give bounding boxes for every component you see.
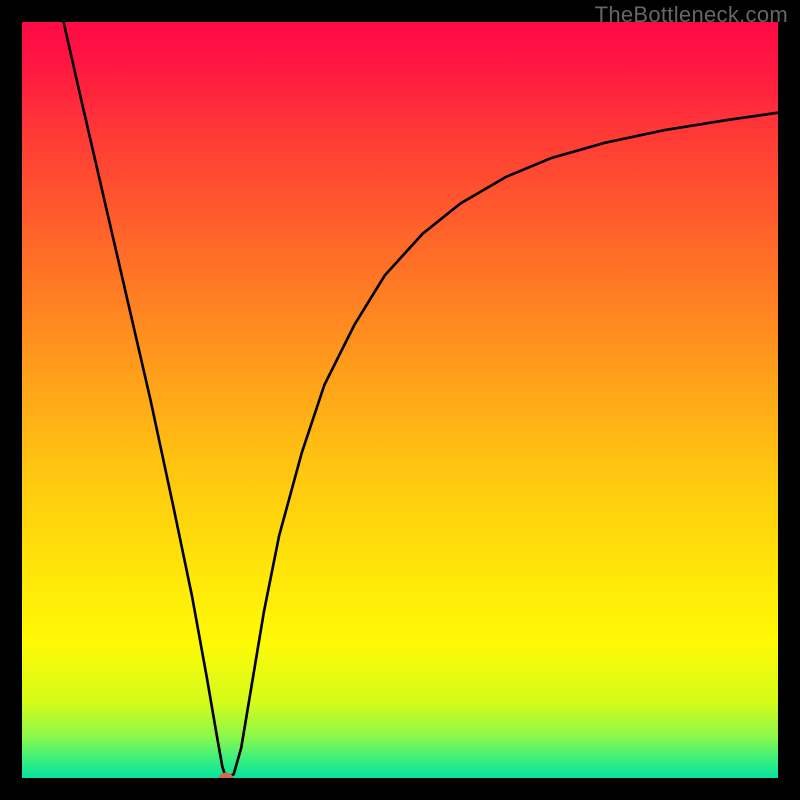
watermark-text: TheBottleneck.com [595, 2, 788, 28]
chart-frame: TheBottleneck.com [0, 0, 800, 800]
optimal-marker [219, 773, 233, 779]
bottleneck-curve [64, 22, 778, 778]
plot-area [22, 22, 778, 778]
curve-layer [22, 22, 778, 778]
